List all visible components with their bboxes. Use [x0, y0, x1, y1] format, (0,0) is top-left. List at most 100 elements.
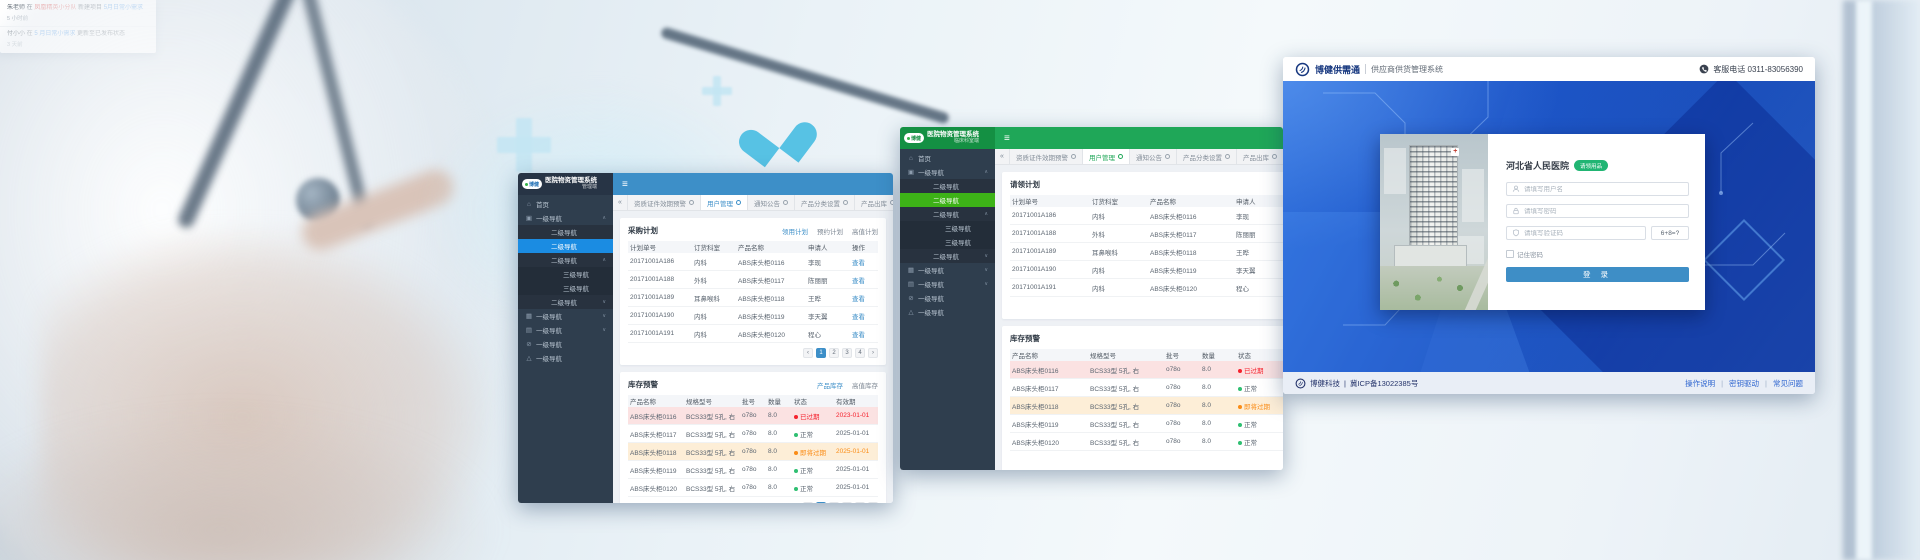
tab-circle-icon[interactable]	[689, 200, 694, 205]
sidebar-item[interactable]: ▦ 一级导航 ∨	[900, 263, 995, 277]
footer-logo-icon	[1295, 378, 1306, 389]
hamburger-icon[interactable]: ≡	[1004, 133, 1010, 144]
sidebar-item[interactable]: 二级导航 ∧	[518, 253, 613, 267]
sidebar-item[interactable]: 二级导航 ∨	[900, 249, 995, 263]
card-title: 请领计划	[1010, 179, 1040, 190]
sidebar-item[interactable]: ▣ 一级导航 ∧	[518, 211, 613, 225]
plan-type-link[interactable]: 预约计划	[817, 226, 843, 236]
tab-circle-icon[interactable]	[1272, 154, 1277, 159]
tab-circle-icon[interactable]	[890, 200, 893, 205]
hospital-logo: 博健	[904, 133, 924, 143]
tab-circle-icon[interactable]	[1071, 154, 1076, 159]
view-link[interactable]: 查看	[850, 293, 876, 303]
view-link[interactable]: 查看	[850, 329, 876, 339]
medical-cross-shape	[497, 118, 551, 172]
sidebar-item[interactable]: 三级导航	[518, 281, 613, 295]
sidebar-item[interactable]: 二级导航	[518, 239, 613, 253]
tab[interactable]: 通知公告	[748, 195, 795, 210]
sidebar-item[interactable]: 三级导航	[900, 235, 995, 249]
photo-doctor-coat-blur	[0, 0, 510, 560]
sidebar-item[interactable]: ▤ 一级导航 ∨	[518, 323, 613, 337]
table-row: ABS床头柜0117 BCS33型 5孔, 右 o78o 8.0 正常 2025…	[628, 425, 878, 443]
sidebar-item[interactable]: 二级导航 ∨	[518, 295, 613, 309]
username-input[interactable]	[1524, 186, 1683, 193]
sidebar-item[interactable]: 二级导航	[900, 193, 995, 207]
page-button[interactable]: ‹	[803, 348, 813, 358]
password-field-wrap	[1506, 204, 1689, 218]
tab[interactable]: 产品分类设置	[795, 195, 855, 210]
page-button[interactable]: 3	[842, 348, 852, 358]
tab[interactable]: 资质证件效期预警	[628, 195, 701, 210]
tab[interactable]: 资质证件效期预警	[1010, 149, 1083, 164]
remember-checkbox[interactable]	[1506, 250, 1514, 258]
view-link[interactable]: 查看	[850, 275, 876, 285]
sidebar-item[interactable]: ▣ 一级导航 ∧	[900, 165, 995, 179]
tab[interactable]: 用户管理	[701, 195, 748, 210]
sidebar-item[interactable]: 二级导航 ∧	[900, 207, 995, 221]
tab-circle-icon[interactable]	[1225, 154, 1230, 159]
tab[interactable]: 产品出库	[855, 195, 893, 210]
stock-type-link[interactable]: 高值库存	[852, 380, 878, 390]
tab[interactable]: 通知公告	[1130, 149, 1177, 164]
footer-icp[interactable]: 冀ICP备13022385号	[1350, 378, 1418, 389]
password-input[interactable]	[1524, 208, 1683, 215]
sidebar-item[interactable]: ⊘ 一级导航	[518, 337, 613, 351]
sidebar-item[interactable]: ▦ 一级导航 ∨	[518, 309, 613, 323]
status-dot	[794, 469, 798, 473]
feed-timestamp: 3 天前	[7, 40, 149, 48]
login-button[interactable]: 登 录	[1506, 267, 1689, 282]
sidebar-item[interactable]: ⌂ 首页	[518, 197, 613, 211]
hamburger-icon[interactable]: ≡	[622, 179, 628, 190]
tab-circle-icon[interactable]	[843, 200, 848, 205]
sidebar-item[interactable]: 二级导航	[518, 225, 613, 239]
tab-bar: « 资质证件效期预警 用户管理 通知公告 产品分类设置	[995, 149, 1283, 165]
page-button[interactable]: 4	[855, 348, 865, 358]
footer-link[interactable]: 操作说明	[1685, 378, 1715, 389]
plan-type-link[interactable]: 领用计划	[782, 226, 808, 236]
view-link[interactable]: 查看	[850, 311, 876, 321]
sidebar-item[interactable]: 二级导航	[900, 179, 995, 193]
footer-link[interactable]: 常见问题	[1773, 378, 1803, 389]
status-dot	[794, 487, 798, 491]
tab-circle-icon[interactable]	[736, 200, 741, 205]
tab[interactable]: 用户管理	[1083, 149, 1130, 164]
tab-circle-icon[interactable]	[1165, 154, 1170, 159]
footer-link[interactable]: 密钥驱动	[1729, 378, 1759, 389]
tab-circle-icon[interactable]	[1118, 154, 1123, 159]
sidebar-item[interactable]: 三级导航	[518, 267, 613, 281]
page-button[interactable]: 2	[829, 348, 839, 358]
tab[interactable]: 产品分类设置	[1177, 149, 1237, 164]
tab[interactable]: 产品出库	[1237, 149, 1283, 164]
feed-text: 更新至已发布状态	[75, 31, 125, 37]
pagination: ‹1234›	[628, 502, 878, 503]
sidebar-item[interactable]: ⌂ 首页	[900, 151, 995, 165]
sidebar-item[interactable]: 三级导航	[900, 221, 995, 235]
page-button[interactable]: 2	[829, 502, 839, 503]
sidebar-item[interactable]: △ 一级导航	[518, 351, 613, 365]
plan-type-link[interactable]: 高值计划	[852, 226, 878, 236]
sidebar-item[interactable]: ⊘ 一级导航	[900, 291, 995, 305]
collapse-tabs-icon[interactable]: «	[613, 195, 628, 210]
view-link[interactable]: 查看	[850, 257, 876, 267]
status-badge: 已过期	[1244, 368, 1264, 375]
feed-text: 5月日常小需求	[104, 5, 143, 11]
nav-icon: ▣	[907, 168, 915, 176]
table-row: ABS床头柜0116 BCS33型 5孔, 右 o78o 8.0 已过期 202…	[628, 407, 878, 425]
stock-type-link[interactable]: 产品库存	[817, 380, 843, 390]
page-button[interactable]: 4	[855, 502, 865, 503]
remember-label: 记住密码	[1517, 249, 1543, 259]
captcha-input[interactable]	[1524, 230, 1640, 237]
tab-circle-icon[interactable]	[783, 200, 788, 205]
sidebar-item[interactable]: △ 一级导航	[900, 305, 995, 319]
page-button[interactable]: ›	[868, 502, 878, 503]
page-button[interactable]: 1	[816, 502, 826, 503]
collapse-tabs-icon[interactable]: «	[995, 149, 1010, 164]
page-button[interactable]: 1	[816, 348, 826, 358]
service-phone: 客服电话 0311-83056390	[1713, 64, 1803, 75]
sidebar-item[interactable]: ▤ 一级导航 ∨	[900, 277, 995, 291]
page-button[interactable]: ›	[868, 348, 878, 358]
page-button[interactable]: ‹	[803, 502, 813, 503]
captcha-challenge[interactable]: 6+8=?	[1651, 226, 1689, 240]
page-button[interactable]: 3	[842, 502, 852, 503]
window-admin-console: 博健 医院物资管理系统 管理端 ≡ ⌂ 首页	[518, 173, 893, 503]
